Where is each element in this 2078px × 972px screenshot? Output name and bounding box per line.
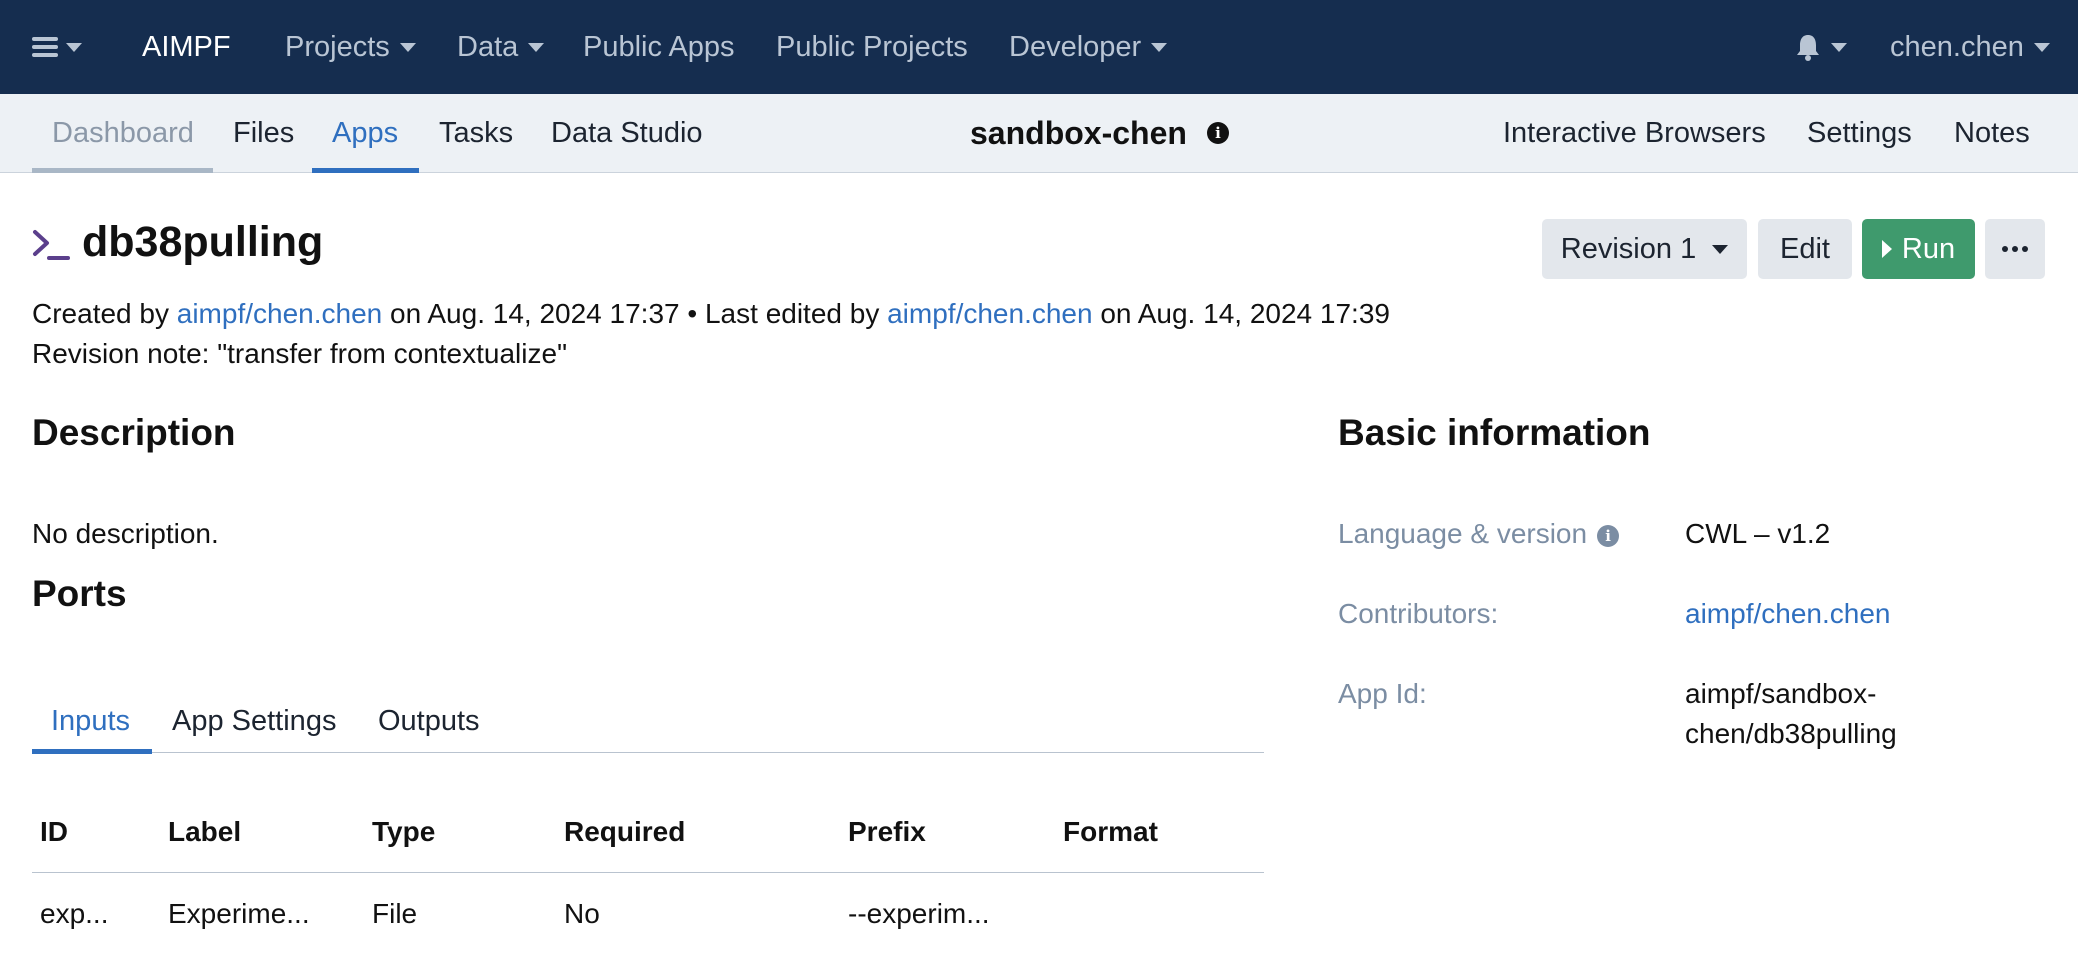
app-id-line1: aimpf/sandbox-	[1685, 678, 1877, 709]
ellipsis-icon	[2002, 246, 2028, 252]
tab-inputs[interactable]: Inputs	[51, 690, 130, 752]
app-title: db38pulling	[82, 218, 324, 266]
tab-outputs[interactable]: Outputs	[378, 690, 480, 752]
main-menu-button[interactable]	[32, 0, 82, 94]
chevron-down-icon	[2033, 42, 2050, 52]
app-created-info: Created by aimpf/chen.chen on Aug. 14, 2…	[32, 298, 1390, 330]
run-button[interactable]: Run	[1862, 219, 1975, 279]
column-header-id: ID	[40, 816, 68, 847]
notifications-button[interactable]	[1795, 0, 1847, 94]
nav-projects[interactable]: Projects	[285, 0, 416, 94]
cell-label: Experime...	[168, 898, 310, 929]
project-navbar: Dashboard Files Apps Tasks Data Studio s…	[0, 94, 2078, 173]
top-navbar: AIMPF Projects Data Public Apps Public P…	[0, 0, 2078, 94]
brand-logo[interactable]: AIMPF	[142, 0, 231, 94]
ports-heading: Ports	[32, 573, 127, 614]
cell-type: File	[372, 898, 418, 929]
created-prefix: Created by	[32, 298, 169, 329]
chevron-down-icon	[399, 42, 416, 52]
more-options-button[interactable]	[1985, 219, 2045, 279]
edited-prefix: Last edited by	[704, 298, 880, 329]
contributor-link[interactable]: aimpf/chen.chen	[1685, 598, 1890, 630]
cell-required: No	[564, 898, 600, 929]
info-icon[interactable]: i	[1597, 524, 1620, 547]
link-interactive-browsers[interactable]: Interactive Browsers	[1503, 94, 1766, 172]
tab-apps[interactable]: Apps	[332, 94, 398, 172]
nav-public-projects[interactable]: Public Projects	[776, 0, 968, 94]
info-icon[interactable]: i	[1206, 122, 1229, 144]
nav-projects-label: Projects	[285, 30, 390, 63]
chevron-down-icon	[66, 42, 82, 52]
play-icon	[1881, 240, 1892, 258]
nav-developer[interactable]: Developer	[1009, 0, 1168, 94]
revision-label: Revision 1	[1560, 232, 1697, 265]
basic-info-heading: Basic information	[1338, 412, 1651, 453]
nav-public-apps[interactable]: Public Apps	[583, 0, 735, 94]
language-label-text: Language & version	[1338, 518, 1588, 549]
tab-files[interactable]: Files	[233, 94, 294, 172]
tab-dashboard-underline	[32, 168, 213, 173]
revision-note: Revision note: "transfer from contextual…	[32, 338, 568, 369]
hamburger-icon	[32, 37, 58, 57]
nav-data-label: Data	[457, 30, 519, 63]
tab-apps-underline	[312, 168, 419, 173]
tab-data-studio[interactable]: Data Studio	[551, 94, 703, 172]
revision-dropdown[interactable]: Revision 1	[1542, 219, 1747, 279]
link-settings[interactable]: Settings	[1807, 94, 1912, 172]
app-id-line2: chen/db38pulling	[1685, 718, 1897, 749]
edited-by-link[interactable]: aimpf/chen.chen	[887, 298, 1092, 329]
column-header-format: Format	[1063, 816, 1158, 847]
column-header-type: Type	[372, 816, 436, 847]
bell-icon	[1797, 35, 1819, 61]
language-value: CWL – v1.2	[1685, 518, 1831, 549]
language-label: Language & version i	[1338, 518, 1620, 550]
created-date: on Aug. 14, 2024 17:37	[390, 298, 680, 329]
edited-date: on Aug. 14, 2024 17:39	[1100, 298, 1390, 329]
nav-data[interactable]: Data	[457, 0, 545, 94]
project-title-text: sandbox-chen	[970, 114, 1187, 151]
username: chen.chen	[1890, 30, 2024, 63]
edit-button[interactable]: Edit	[1758, 219, 1852, 279]
terminal-icon	[33, 230, 70, 260]
column-header-required: Required	[564, 816, 686, 847]
column-header-prefix: Prefix	[848, 816, 926, 847]
tab-inputs-underline	[32, 749, 152, 754]
ports-tabs-divider	[32, 752, 1264, 753]
description-heading: Description	[32, 412, 236, 453]
app-id-label: App Id:	[1338, 678, 1427, 709]
chevron-down-icon	[528, 42, 545, 52]
tab-dashboard[interactable]: Dashboard	[52, 94, 194, 172]
contributors-label: Contributors:	[1338, 598, 1499, 629]
created-by-link[interactable]: aimpf/chen.chen	[177, 298, 382, 329]
user-menu[interactable]: chen.chen	[1890, 0, 2050, 94]
chevron-down-icon	[1151, 42, 1168, 52]
cell-id: exp...	[40, 898, 109, 929]
cell-prefix: --experim...	[848, 898, 990, 929]
chevron-down-icon	[1712, 244, 1729, 254]
table-header-divider	[32, 872, 1264, 873]
description-text: No description.	[32, 518, 219, 549]
link-notes[interactable]: Notes	[1954, 94, 2030, 172]
chevron-down-icon	[1831, 42, 1847, 52]
column-header-label: Label	[168, 816, 242, 847]
run-label: Run	[1901, 232, 1956, 265]
project-title: sandbox-chen i	[970, 94, 1229, 172]
meta-separator: •	[687, 298, 698, 329]
nav-developer-label: Developer	[1009, 30, 1142, 63]
tab-app-settings[interactable]: App Settings	[172, 690, 336, 752]
tab-tasks[interactable]: Tasks	[439, 94, 513, 172]
